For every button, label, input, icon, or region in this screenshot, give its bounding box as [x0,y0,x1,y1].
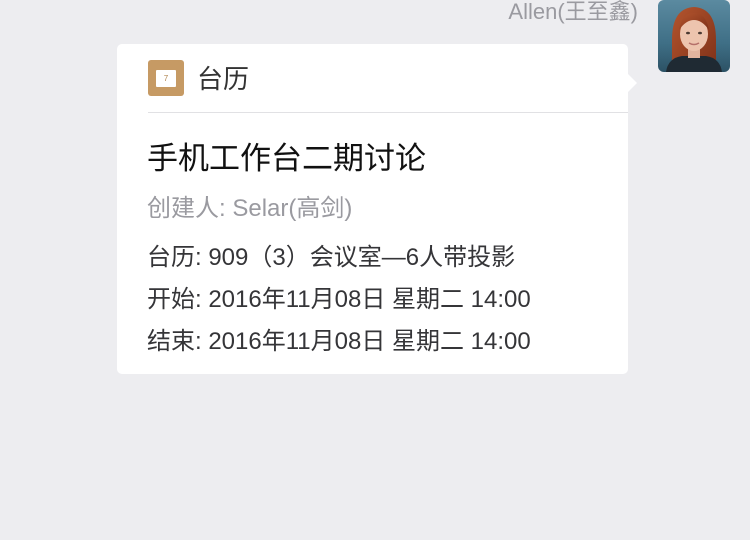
app-name: 台历 [197,64,250,94]
event-calendar-room: 台历: 909（3）会议室—6人带投影 [147,244,516,271]
avatar-photo [658,0,730,72]
header-divider [148,112,628,113]
bubble-tail [628,74,637,92]
event-end-time: 结束: 2016年11月08日 星期二 14:00 [147,328,531,355]
calendar-icon: 7 [148,60,184,96]
calendar-card[interactable]: 7 台历 手机工作台二期讨论 创建人: Selar(高剑) 台历: 909（3）… [117,44,637,374]
event-title: 手机工作台二期讨论 [147,141,426,176]
sender-name: Allen(王至鑫) [508,0,638,24]
event-creator: 创建人: Selar(高剑) [147,195,353,222]
sender-avatar[interactable] [658,0,730,72]
event-start-time: 开始: 2016年11月08日 星期二 14:00 [147,286,531,313]
card-header: 7 台历 [117,44,628,112]
calendar-icon-day: 7 [156,70,176,87]
